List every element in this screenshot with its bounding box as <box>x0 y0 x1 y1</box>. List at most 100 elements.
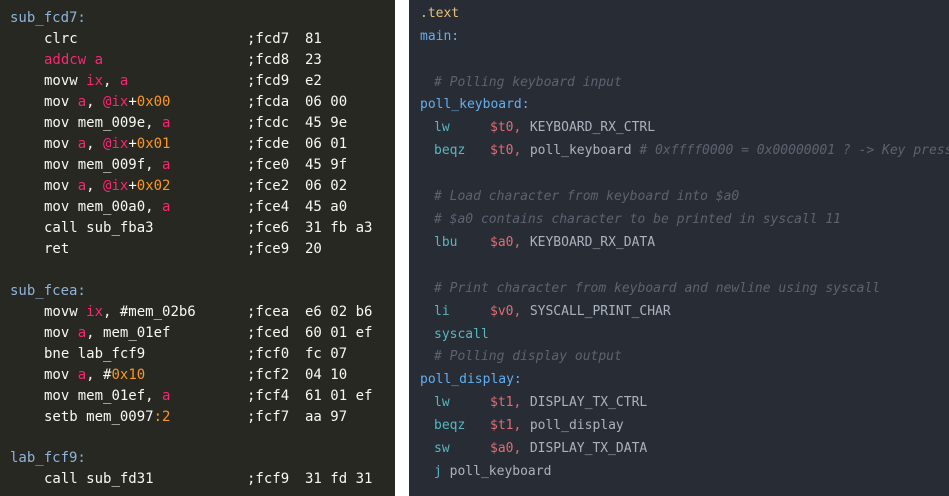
mnemonic: mov <box>44 115 70 131</box>
operand: a, mem_01ef <box>77 325 171 341</box>
opcode-bytes: 04 10 <box>305 367 348 383</box>
opcode-bytes: 60 01 ef <box>305 325 373 341</box>
instr-lbu-a0: lbu $a0, KEYBOARD_RX_DATA <box>434 235 656 250</box>
opcode-bytes: 23 <box>305 52 322 68</box>
address-comment: ;fce0 <box>247 157 290 173</box>
opcode-bytes: 31 fd 31 <box>305 471 373 487</box>
address-comment: ;fcd9 <box>247 73 290 89</box>
disasm-row: ret <box>44 239 69 259</box>
disasm-row: mov mem_00a0, a <box>44 197 170 217</box>
disasm-row: addcw a <box>44 50 103 70</box>
mnemonic: setb <box>44 409 78 425</box>
disasm-row: setb mem_0097:2 <box>44 407 170 427</box>
mnemonic: mov <box>44 94 70 110</box>
instr-lw-t0: lw $t0, KEYBOARD_RX_CTRL <box>434 120 656 135</box>
disasm-row: mov a, #0x10 <box>44 365 145 385</box>
disasm-row: clrc <box>44 29 78 49</box>
disasm-row: call sub_fba3 <box>44 218 154 238</box>
address-comment: ;fce2 <box>247 178 290 194</box>
disasm-row: mov mem_009f, a <box>44 155 170 175</box>
address-comment: ;fcdc <box>247 115 290 131</box>
mnemonic: mov <box>44 325 70 341</box>
mnemonic: mov <box>44 136 70 152</box>
disasm-row: bne lab_fcf9 <box>44 344 145 364</box>
comment-polling-keyboard: # Polling keyboard input <box>434 75 622 90</box>
instr-j-poll-keyboard: j poll_keyboard <box>434 464 552 479</box>
disasm-row: call sub_fd31 <box>44 469 154 489</box>
mnemonic: bne <box>44 346 70 362</box>
address-comment: ;fcf7 <box>247 409 290 425</box>
opcode-bytes: 31 fb a3 <box>305 220 373 236</box>
opcode-bytes: 45 9f <box>305 157 348 173</box>
address-comment: ;fcda <box>247 94 290 110</box>
operand: a, #0x10 <box>77 367 146 383</box>
operand: ix, a <box>86 73 129 89</box>
mnemonic: mov <box>44 178 70 194</box>
instr-syscall: syscall <box>434 327 489 342</box>
mnemonic: mov <box>44 388 70 404</box>
instr-sw-a0: sw $a0, DISPLAY_TX_DATA <box>434 441 648 456</box>
operand: ix, #mem_02b6 <box>86 304 196 320</box>
label-lab-fcf9: lab_fcf9: <box>10 450 86 466</box>
mnemonic: movw <box>44 73 78 89</box>
address-comment: ;fced <box>247 325 290 341</box>
operand: mem_0097:2 <box>86 409 171 425</box>
mnemonic: clrc <box>44 31 78 47</box>
address-comment: ;fcea <box>247 304 290 320</box>
comment-polling-display: # Polling display output <box>434 349 622 364</box>
mips-source-panel: .text main: # Polling keyboard input pol… <box>409 0 949 496</box>
comment-load-char: # Load character from keyboard into $a0 <box>434 189 740 204</box>
operand: mem_009f, a <box>77 157 171 173</box>
opcode-bytes: e6 02 b6 <box>305 304 373 320</box>
disasm-row: movw ix, #mem_02b6 <box>44 302 196 322</box>
opcode-bytes: 61 01 ef <box>305 388 373 404</box>
disasm-row: mov mem_009e, a <box>44 113 170 133</box>
label-sub-fcea: sub_fcea: <box>10 283 86 299</box>
mnemonic: movw <box>44 304 78 320</box>
opcode-bytes: 06 00 <box>305 94 348 110</box>
operand: mem_01ef, a <box>77 388 171 404</box>
disasm-row: mov a, @ix+0x01 <box>44 134 170 154</box>
disasm-row: mov a, mem_01ef <box>44 323 170 343</box>
address-comment: ;fcf0 <box>247 346 290 362</box>
label-poll-display: poll_display: <box>420 372 522 387</box>
address-comment: ;fcd8 <box>247 52 290 68</box>
operand: a, @ix+0x01 <box>77 136 171 152</box>
mnemonic: mov <box>44 157 70 173</box>
operand: mem_00a0, a <box>77 199 171 215</box>
operand: a, @ix+0x00 <box>77 94 171 110</box>
operand: lab_fcf9 <box>77 346 146 362</box>
address-comment: ;fce9 <box>247 241 290 257</box>
address-comment: ;fcf2 <box>247 367 290 383</box>
label-poll-keyboard: poll_keyboard: <box>420 97 530 112</box>
operand: a <box>94 52 104 68</box>
address-comment: ;fcde <box>247 136 290 152</box>
address-comment: ;fce6 <box>247 220 290 236</box>
opcode-bytes: fc 07 <box>305 346 348 362</box>
operand: mem_009e, a <box>77 115 171 131</box>
mnemonic: ret <box>44 241 70 257</box>
opcode-bytes: 45 a0 <box>305 199 348 215</box>
text-directive: .text <box>420 6 460 21</box>
address-comment: ;fce4 <box>247 199 290 215</box>
opcode-bytes: aa 97 <box>305 409 348 425</box>
disassembly-panel: sub_fcd7: clrc ;fcd7 81 addcw a ;fcd8 23 movw … <box>0 0 395 496</box>
address-comment: ;fcf9 <box>247 471 290 487</box>
instr-li-v0: li $v0, SYSCALL_PRINT_CHAR <box>434 304 671 319</box>
mnemonic: mov <box>44 367 70 383</box>
operand: a, @ix+0x02 <box>77 178 171 194</box>
operand: sub_fd31 <box>86 471 154 487</box>
mnemonic: call <box>44 220 78 236</box>
address-comment: ;fcf4 <box>247 388 290 404</box>
instr-beqz-t0: beqz $t0, poll_keyboard # 0xffff0000 = 0x… <box>434 143 949 158</box>
comment-a0-contains: # $a0 contains character to be printed i… <box>434 212 841 227</box>
disasm-row: mov mem_01ef, a <box>44 386 170 406</box>
address-comment: ;fcd7 <box>247 31 290 47</box>
disasm-row: mov a, @ix+0x00 <box>44 92 170 112</box>
opcode-bytes: 06 02 <box>305 178 348 194</box>
instr-lw-t1: lw $t1, DISPLAY_TX_CTRL <box>434 395 648 410</box>
opcode-bytes: 81 <box>305 31 322 47</box>
mnemonic: mov <box>44 199 70 215</box>
comment-print-char: # Print character from keyboard and newl… <box>434 281 881 296</box>
opcode-bytes: e2 <box>305 73 322 89</box>
